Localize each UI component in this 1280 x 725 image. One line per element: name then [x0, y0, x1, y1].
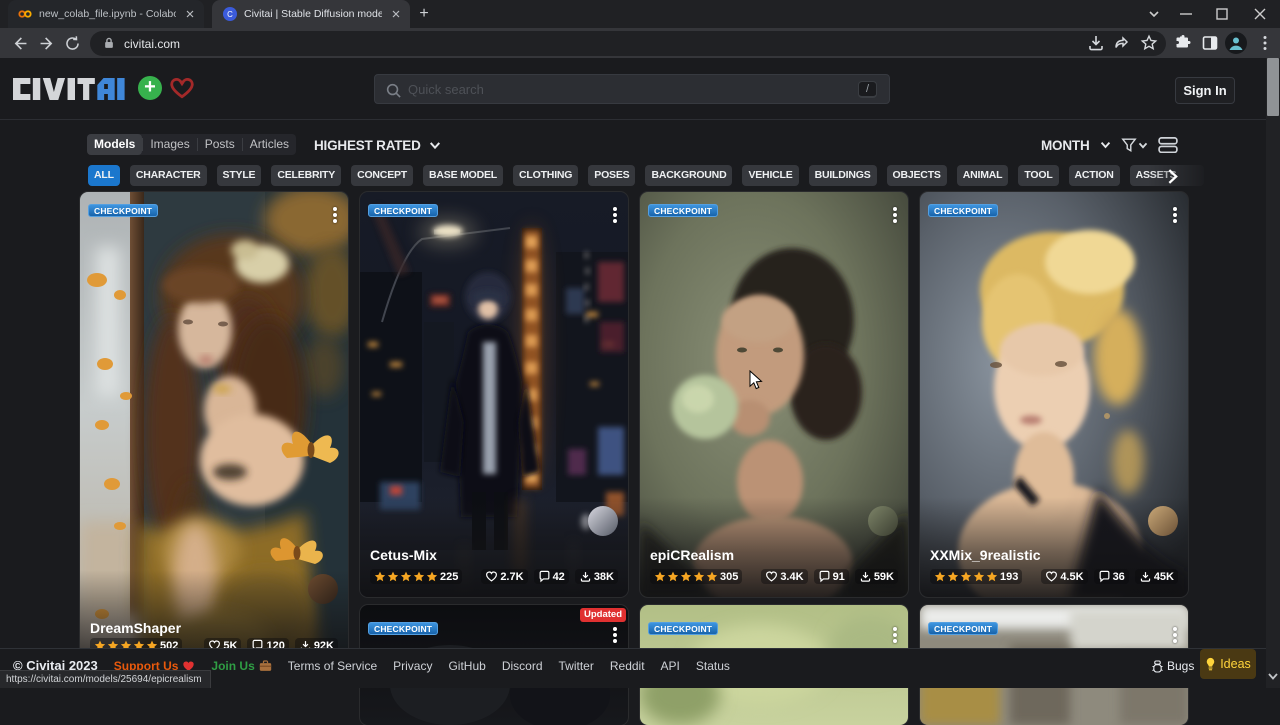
svg-text:C: C: [227, 10, 233, 19]
